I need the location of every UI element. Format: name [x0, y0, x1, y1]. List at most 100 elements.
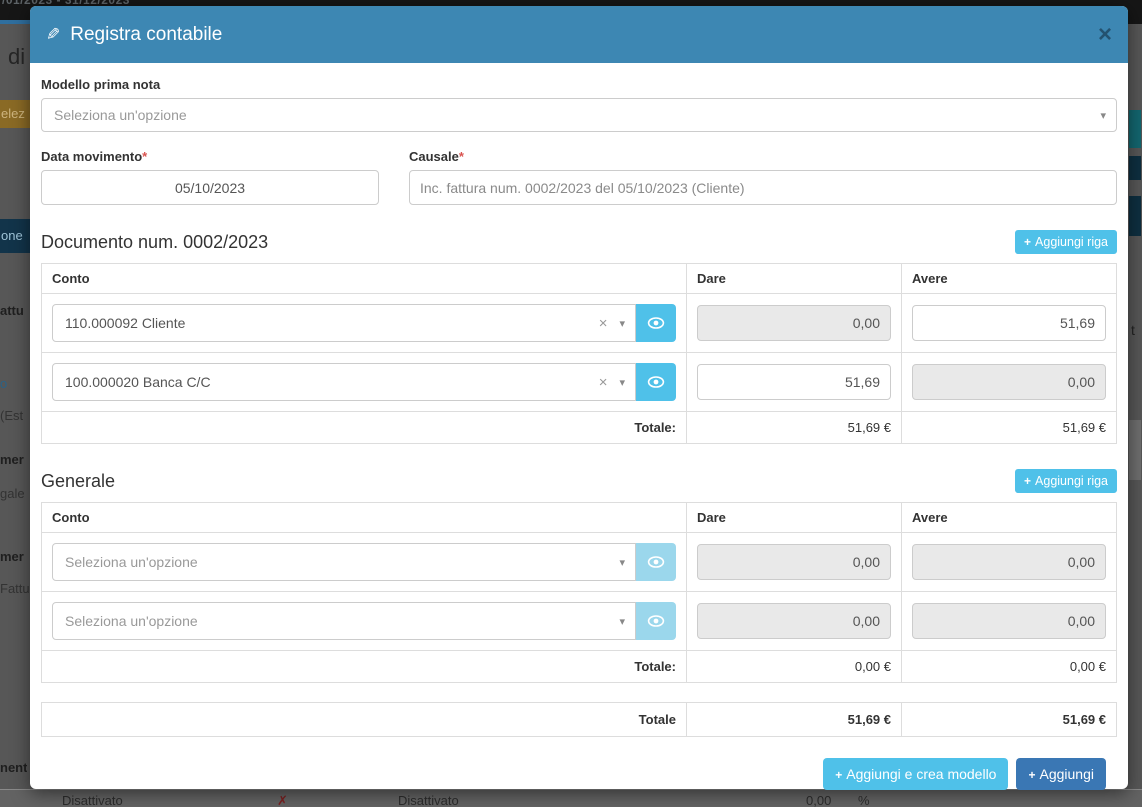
modal-header: ✎ Registra contabile ×: [30, 6, 1128, 63]
background-x-icon: ✗: [277, 793, 288, 807]
background-navy-block: [1129, 196, 1141, 236]
avere-input-row1[interactable]: [912, 305, 1106, 341]
background-gray-block: [1129, 420, 1141, 480]
data-movimento-input[interactable]: [41, 170, 379, 205]
modello-placeholder: Seleziona un'opzione: [54, 107, 187, 123]
background-label-fragment: mer: [0, 549, 24, 564]
generale-totale-avere: 0,00 €: [902, 651, 1117, 683]
background-text-fragment: Fattu: [0, 581, 30, 596]
plus-icon: +: [1024, 235, 1031, 249]
registra-contabile-modal: ✎ Registra contabile × Modello prima not…: [30, 6, 1128, 789]
eye-icon: [647, 375, 665, 389]
grand-total-dare: 51,69 €: [687, 703, 902, 737]
conto-select-cliente[interactable]: 110.000092 Cliente × ▾: [52, 304, 636, 342]
chevron-down-icon: ▾: [619, 376, 625, 389]
background-active-tab-indicator: [0, 20, 30, 24]
background-teal-block: [1129, 110, 1141, 148]
grand-total-label: Totale: [42, 703, 687, 737]
view-account-button-disabled: [636, 602, 676, 640]
conto-select-empty[interactable]: Seleziona un'opzione ▾: [52, 602, 636, 640]
generale-row-1: Seleziona un'opzione ▾: [42, 533, 1117, 592]
background-text-fragment: (Est: [0, 408, 23, 423]
documento-totale-avere: 51,69 €: [902, 412, 1117, 444]
avere-column-header: Avere: [902, 264, 1117, 294]
conto-select-banca[interactable]: 100.000020 Banca C/C × ▾: [52, 363, 636, 401]
generale-totals-row: Totale: 0,00 € 0,00 €: [42, 651, 1117, 683]
chevron-down-icon: ▾: [619, 556, 625, 569]
generale-table-header: Conto Dare Avere: [42, 503, 1117, 533]
avere-input-row2: [912, 364, 1106, 400]
causale-input[interactable]: [409, 170, 1117, 205]
dare-column-header: Dare: [687, 264, 902, 294]
aggiungi-button[interactable]: +Aggiungi: [1016, 758, 1106, 790]
plus-icon: +: [1028, 768, 1035, 782]
documento-table-header: Conto Dare Avere: [42, 264, 1117, 294]
clear-selection-icon[interactable]: ×: [599, 374, 620, 391]
generale-totale-label: Totale:: [42, 651, 687, 683]
documento-section-title: Documento num. 0002/2023: [41, 232, 268, 253]
view-account-button[interactable]: [636, 363, 676, 401]
modello-prima-nota-select[interactable]: Seleziona un'opzione ▾: [41, 98, 1117, 132]
view-account-button-disabled: [636, 543, 676, 581]
aggiungi-e-crea-modello-button[interactable]: +Aggiungi e crea modello: [823, 758, 1008, 790]
documento-row-1: 110.000092 Cliente × ▾: [42, 294, 1117, 353]
generale-row-2: Seleziona un'opzione ▾: [42, 592, 1117, 651]
aggiungi-riga-documento-button[interactable]: +Aggiungi riga: [1015, 230, 1117, 254]
avere-column-header: Avere: [902, 503, 1117, 533]
dare-input-generale-row1: [697, 544, 891, 580]
causale-label: Causale*: [409, 149, 1117, 164]
background-navy-block: [1129, 156, 1141, 180]
grand-total-table: Totale 51,69 € 51,69 €: [41, 702, 1117, 737]
documento-totale-dare: 51,69 €: [687, 412, 902, 444]
dare-input-row2[interactable]: [697, 364, 891, 400]
documento-section-header: Documento num. 0002/2023 +Aggiungi riga: [41, 230, 1117, 254]
background-page-title-fragment: di: [8, 44, 25, 70]
plus-icon: +: [1024, 474, 1031, 488]
generale-table: Conto Dare Avere Seleziona un'opzione ▾: [41, 502, 1117, 683]
generale-section-header: Generale +Aggiungi riga: [41, 469, 1117, 493]
documento-totals-row: Totale: 51,69 € 51,69 €: [42, 412, 1117, 444]
eye-icon: [647, 555, 665, 569]
background-status-text: Disattivato: [62, 793, 123, 807]
chevron-down-icon: ▾: [619, 317, 625, 330]
modal-title-text: Registra contabile: [70, 24, 222, 46]
required-asterisk: *: [142, 149, 147, 164]
chevron-down-icon: ▾: [619, 615, 625, 628]
data-movimento-label: Data movimento*: [41, 149, 379, 164]
dare-input-row1: [697, 305, 891, 341]
background-label-fragment: attu: [0, 303, 24, 318]
background-text-fragment: t: [1131, 322, 1135, 338]
date-causale-row: Data movimento* Causale*: [41, 149, 1117, 205]
required-asterisk: *: [459, 149, 464, 164]
clear-selection-icon[interactable]: ×: [599, 315, 620, 332]
plus-icon: +: [835, 768, 842, 782]
view-account-button[interactable]: [636, 304, 676, 342]
pencil-icon: ✎: [46, 25, 60, 45]
background-label-fragment: mer: [0, 452, 24, 467]
dare-column-header: Dare: [687, 503, 902, 533]
background-tab-fragment: one: [0, 219, 31, 253]
modal-body: Modello prima nota Seleziona un'opzione …: [30, 63, 1128, 790]
documento-totale-label: Totale:: [42, 412, 687, 444]
eye-icon: [647, 316, 665, 330]
modello-prima-nota-label: Modello prima nota: [41, 77, 1117, 92]
aggiungi-riga-generale-button[interactable]: +Aggiungi riga: [1015, 469, 1117, 493]
grand-total-avere: 51,69 €: [902, 703, 1117, 737]
eye-icon: [647, 614, 665, 628]
modal-title: ✎ Registra contabile: [46, 24, 222, 46]
chevron-down-icon: ▾: [1100, 109, 1106, 122]
documento-row-2: 100.000020 Banca C/C × ▾: [42, 353, 1117, 412]
background-link-fragment: o: [0, 376, 7, 391]
background-percent-text: %: [858, 793, 870, 807]
close-button[interactable]: ×: [1098, 23, 1112, 47]
background-label-fragment: nent: [0, 760, 27, 775]
grand-total-row: Totale 51,69 € 51,69 €: [42, 703, 1117, 737]
conto-column-header: Conto: [42, 264, 687, 294]
background-text-fragment: gale: [0, 486, 25, 501]
background-status-text: Disattivato: [398, 793, 459, 807]
conto-select-empty[interactable]: Seleziona un'opzione ▾: [52, 543, 636, 581]
dare-input-generale-row2: [697, 603, 891, 639]
avere-input-generale-row1: [912, 544, 1106, 580]
generale-totale-dare: 0,00 €: [687, 651, 902, 683]
background-orange-button-fragment: elez: [0, 100, 31, 128]
